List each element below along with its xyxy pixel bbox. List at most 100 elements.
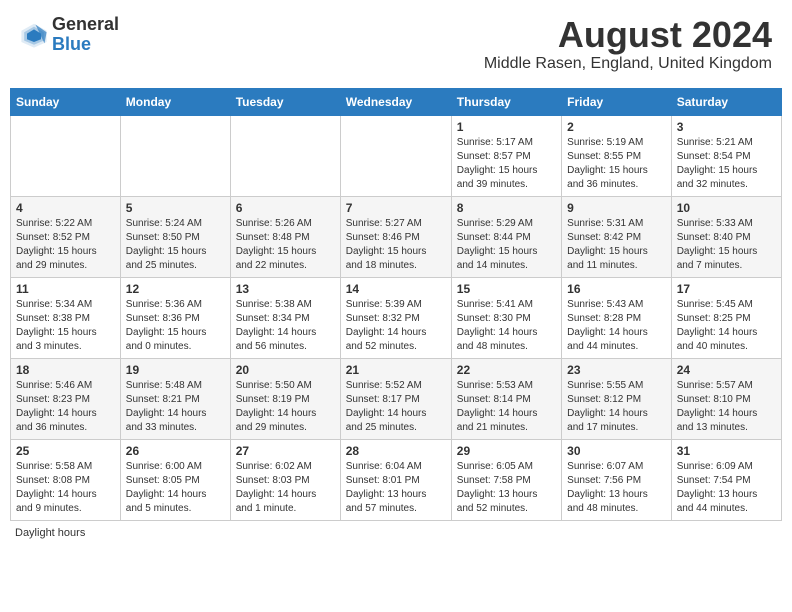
- day-number: 26: [126, 444, 225, 458]
- day-info: Sunrise: 5:33 AM Sunset: 8:40 PM Dayligh…: [677, 217, 776, 273]
- day-info: Sunrise: 5:48 AM Sunset: 8:21 PM Dayligh…: [126, 379, 225, 435]
- day-number: 8: [457, 201, 556, 215]
- day-number: 31: [677, 444, 776, 458]
- title-block: August 2024 Middle Rasen, England, Unite…: [484, 15, 772, 73]
- calendar-cell: 14Sunrise: 5:39 AM Sunset: 8:32 PM Dayli…: [340, 277, 451, 358]
- calendar-cell: 12Sunrise: 5:36 AM Sunset: 8:36 PM Dayli…: [120, 277, 230, 358]
- day-number: 1: [457, 120, 556, 134]
- day-number: 20: [236, 363, 335, 377]
- calendar-cell: 4Sunrise: 5:22 AM Sunset: 8:52 PM Daylig…: [11, 196, 121, 277]
- day-number: 6: [236, 201, 335, 215]
- calendar-cell: 24 Sunrise: 5:57 AM Sunset: 8:10 PM Dayli…: [671, 358, 781, 439]
- day-number: 24: [677, 363, 776, 377]
- day-number: 9: [567, 201, 666, 215]
- day-info: Sunrise: 6:05 AM Sunset: 7:58 PM Dayligh…: [457, 460, 556, 516]
- day-number: 2: [567, 120, 666, 134]
- column-header-monday: Monday: [120, 88, 230, 115]
- column-header-saturday: Saturday: [671, 88, 781, 115]
- day-number: 19: [126, 363, 225, 377]
- column-header-wednesday: Wednesday: [340, 88, 451, 115]
- day-info: Sunrise: 6:07 AM Sunset: 7:56 PM Dayligh…: [567, 460, 666, 516]
- day-info: Sunrise: 5:31 AM Sunset: 8:42 PM Dayligh…: [567, 217, 666, 273]
- calendar-cell: 5 Sunrise: 5:24 AM Sunset: 8:50 PM Daylig…: [120, 196, 230, 277]
- day-number: 12: [126, 282, 225, 296]
- calendar-cell: 16Sunrise: 5:43 AM Sunset: 8:28 PM Dayli…: [562, 277, 672, 358]
- day-number: 17: [677, 282, 776, 296]
- calendar-cell: 9 Sunrise: 5:31 AM Sunset: 8:42 PM Daylig…: [562, 196, 672, 277]
- day-info: Sunrise: 5:50 AM Sunset: 8:19 PM Dayligh…: [236, 379, 335, 435]
- day-number: 3: [677, 120, 776, 134]
- day-info: Sunrise: 6:04 AM Sunset: 8:01 PM Dayligh…: [346, 460, 446, 516]
- day-info: Sunrise: 5:24 AM Sunset: 8:50 PM Dayligh…: [126, 217, 225, 273]
- calendar-cell: [120, 115, 230, 196]
- calendar-week-row: 25Sunrise: 5:58 AM Sunset: 8:08 PM Dayli…: [11, 439, 782, 520]
- calendar-cell: 26 Sunrise: 6:00 AM Sunset: 8:05 PM Dayli…: [120, 439, 230, 520]
- calendar-cell: 21 Sunrise: 5:52 AM Sunset: 8:17 PM Dayli…: [340, 358, 451, 439]
- day-info: Sunrise: 5:53 AM Sunset: 8:14 PM Dayligh…: [457, 379, 556, 435]
- day-info: Sunrise: 5:45 AM Sunset: 8:25 PM Dayligh…: [677, 298, 776, 354]
- day-number: 7: [346, 201, 446, 215]
- day-info: Sunrise: 5:38 AM Sunset: 8:34 PM Dayligh…: [236, 298, 335, 354]
- calendar-cell: 10Sunrise: 5:33 AM Sunset: 8:40 PM Dayli…: [671, 196, 781, 277]
- day-number: 23: [567, 363, 666, 377]
- calendar-cell: 2Sunrise: 5:19 AM Sunset: 8:55 PM Daylig…: [562, 115, 672, 196]
- calendar-week-row: 1 Sunrise: 5:17 AM Sunset: 8:57 PM Daylig…: [11, 115, 782, 196]
- day-info: Sunrise: 5:29 AM Sunset: 8:44 PM Dayligh…: [457, 217, 556, 273]
- calendar-week-row: 4Sunrise: 5:22 AM Sunset: 8:52 PM Daylig…: [11, 196, 782, 277]
- day-number: 13: [236, 282, 335, 296]
- column-header-friday: Friday: [562, 88, 672, 115]
- calendar-subtitle: Middle Rasen, England, United Kingdom: [484, 55, 772, 73]
- calendar-cell: 8 Sunrise: 5:29 AM Sunset: 8:44 PM Daylig…: [451, 196, 561, 277]
- calendar-cell: 30 Sunrise: 6:07 AM Sunset: 7:56 PM Dayli…: [562, 439, 672, 520]
- day-number: 16: [567, 282, 666, 296]
- day-info: Sunrise: 6:09 AM Sunset: 7:54 PM Dayligh…: [677, 460, 776, 516]
- column-header-tuesday: Tuesday: [230, 88, 340, 115]
- day-number: 21: [346, 363, 446, 377]
- day-info: Sunrise: 5:58 AM Sunset: 8:08 PM Dayligh…: [16, 460, 115, 516]
- day-info: Sunrise: 5:52 AM Sunset: 8:17 PM Dayligh…: [346, 379, 446, 435]
- calendar-week-row: 11 Sunrise: 5:34 AM Sunset: 8:38 PM Dayli…: [11, 277, 782, 358]
- day-info: Sunrise: 5:21 AM Sunset: 8:54 PM Dayligh…: [677, 136, 776, 192]
- day-number: 15: [457, 282, 556, 296]
- day-info: Sunrise: 5:34 AM Sunset: 8:38 PM Dayligh…: [16, 298, 115, 354]
- day-info: Sunrise: 6:02 AM Sunset: 8:03 PM Dayligh…: [236, 460, 335, 516]
- day-info: Sunrise: 5:46 AM Sunset: 8:23 PM Dayligh…: [16, 379, 115, 435]
- day-number: 30: [567, 444, 666, 458]
- calendar-cell: 13 Sunrise: 5:38 AM Sunset: 8:34 PM Dayli…: [230, 277, 340, 358]
- logo-icon: [20, 21, 48, 49]
- calendar-cell: [11, 115, 121, 196]
- calendar-cell: 11 Sunrise: 5:34 AM Sunset: 8:38 PM Dayli…: [11, 277, 121, 358]
- day-number: 11: [16, 282, 115, 296]
- day-number: 27: [236, 444, 335, 458]
- calendar-cell: 18 Sunrise: 5:46 AM Sunset: 8:23 PM Dayli…: [11, 358, 121, 439]
- day-info: Sunrise: 5:26 AM Sunset: 8:48 PM Dayligh…: [236, 217, 335, 273]
- calendar-cell: 1 Sunrise: 5:17 AM Sunset: 8:57 PM Daylig…: [451, 115, 561, 196]
- day-info: Sunrise: 5:27 AM Sunset: 8:46 PM Dayligh…: [346, 217, 446, 273]
- calendar-title: August 2024: [484, 15, 772, 55]
- daylight-label: Daylight hours: [15, 527, 85, 539]
- calendar-week-row: 18 Sunrise: 5:46 AM Sunset: 8:23 PM Dayli…: [11, 358, 782, 439]
- calendar-cell: [230, 115, 340, 196]
- calendar-cell: 28 Sunrise: 6:04 AM Sunset: 8:01 PM Dayli…: [340, 439, 451, 520]
- calendar-cell: 19 Sunrise: 5:48 AM Sunset: 8:21 PM Dayli…: [120, 358, 230, 439]
- calendar-cell: 7 Sunrise: 5:27 AM Sunset: 8:46 PM Daylig…: [340, 196, 451, 277]
- calendar-cell: [340, 115, 451, 196]
- calendar-cell: 27 Sunrise: 6:02 AM Sunset: 8:03 PM Dayli…: [230, 439, 340, 520]
- day-number: 5: [126, 201, 225, 215]
- page-header: General Blue August 2024 Middle Rasen, E…: [10, 10, 782, 78]
- calendar-cell: 23 Sunrise: 5:55 AM Sunset: 8:12 PM Dayli…: [562, 358, 672, 439]
- day-number: 29: [457, 444, 556, 458]
- calendar-cell: 3 Sunrise: 5:21 AM Sunset: 8:54 PM Daylig…: [671, 115, 781, 196]
- day-number: 14: [346, 282, 446, 296]
- day-info: Sunrise: 5:41 AM Sunset: 8:30 PM Dayligh…: [457, 298, 556, 354]
- day-info: Sunrise: 5:57 AM Sunset: 8:10 PM Dayligh…: [677, 379, 776, 435]
- day-info: Sunrise: 5:55 AM Sunset: 8:12 PM Dayligh…: [567, 379, 666, 435]
- calendar-cell: 17 Sunrise: 5:45 AM Sunset: 8:25 PM Dayli…: [671, 277, 781, 358]
- day-number: 18: [16, 363, 115, 377]
- calendar-cell: 6 Sunrise: 5:26 AM Sunset: 8:48 PM Daylig…: [230, 196, 340, 277]
- day-number: 4: [16, 201, 115, 215]
- calendar-cell: 25Sunrise: 5:58 AM Sunset: 8:08 PM Dayli…: [11, 439, 121, 520]
- day-info: Sunrise: 6:00 AM Sunset: 8:05 PM Dayligh…: [126, 460, 225, 516]
- day-number: 28: [346, 444, 446, 458]
- day-info: Sunrise: 5:17 AM Sunset: 8:57 PM Dayligh…: [457, 136, 556, 192]
